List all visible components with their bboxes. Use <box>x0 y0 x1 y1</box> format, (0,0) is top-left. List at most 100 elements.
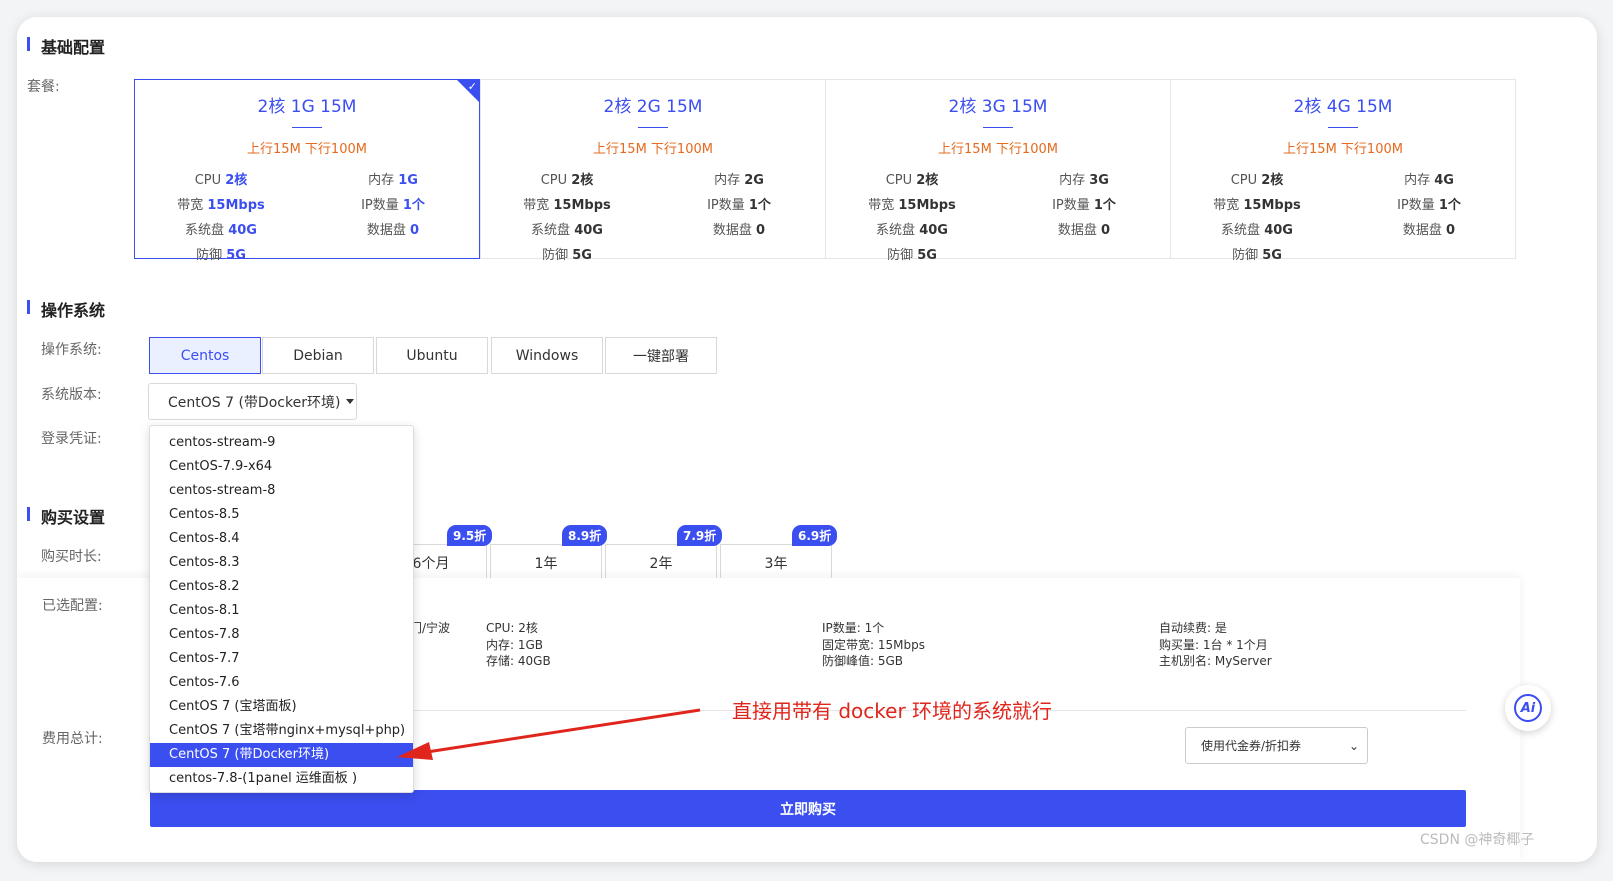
duration-3-years[interactable]: 3年 <box>720 544 832 582</box>
spec-ip: IP数量 1个 <box>1397 198 1461 213</box>
annotation-arrow <box>397 708 701 760</box>
package-divider <box>983 127 1013 128</box>
dropdown-option[interactable]: Centos-8.2 <box>150 575 413 599</box>
dropdown-option[interactable]: Centos-7.7 <box>150 647 413 671</box>
version-label: 系统版本: <box>41 387 102 403</box>
summary-col-3: 自动续费: 是 购买量: 1台 * 1个月 主机别名: MyServer <box>1159 621 1272 668</box>
spec-bw: 带宽 15Mbps <box>868 198 956 213</box>
duration-label: 购买时长: <box>41 549 102 565</box>
package-speed: 上行15M 下行100M <box>938 142 1058 157</box>
section-title-purchase: 购买设置 <box>27 504 105 528</box>
watermark: CSDN @神奇椰子 <box>1420 832 1535 848</box>
spec-sys: 系统盘 40G <box>185 223 257 238</box>
os-label: 操作系统: <box>41 342 102 358</box>
package-specs: CPU 2核 内存 4G 带宽 15Mbps IP数量 1个 系统盘 40G 数… <box>1171 169 1515 263</box>
package-name: 2核 3G 15M <box>948 97 1048 117</box>
spec-bw: 带宽 15Mbps <box>1213 198 1301 213</box>
spec-def: 防御 5G <box>196 248 246 263</box>
package-divider <box>638 127 668 128</box>
spec-data: 数据盘 0 <box>1057 223 1111 238</box>
buy-now-button[interactable]: 立即购买 <box>150 790 1466 827</box>
coupon-select-value: 使用代金券/折扣券 <box>1201 739 1302 753</box>
duration-2-years[interactable]: 2年 <box>605 544 717 582</box>
package-label: 套餐: <box>27 79 60 95</box>
summary-col-1: CPU: 2核 内存: 1GB 存储: 40GB <box>486 621 551 668</box>
spec-sys: 系统盘 40G <box>1221 223 1293 238</box>
dropdown-option[interactable]: centos-stream-9 <box>150 431 413 455</box>
package-specs: CPU 2核 内存 1G 带宽 15Mbps IP数量 1个 系统盘 40G 数… <box>135 169 479 263</box>
package-specs: CPU 2核 内存 3G 带宽 15Mbps IP数量 1个 系统盘 40G 数… <box>826 169 1170 263</box>
tab-ubuntu[interactable]: Ubuntu <box>376 337 488 374</box>
spec-bw: 带宽 15Mbps <box>177 198 265 213</box>
dropdown-option[interactable]: Centos-8.5 <box>150 503 413 527</box>
config-page: 基础配置 套餐: ✓ 2核 1G 15M 上行15M 下行100M CPU 2核… <box>17 17 1597 862</box>
spec-ip: IP数量 1个 <box>361 198 425 213</box>
total-label: 费用总计: <box>42 731 103 747</box>
dropdown-option-selected[interactable]: CentOS 7 (带Docker环境) <box>150 743 413 767</box>
credential-label: 登录凭证: <box>41 431 102 447</box>
spec-mem: 内存 4G <box>1404 173 1454 188</box>
dropdown-option[interactable]: Centos-7.8 <box>150 623 413 647</box>
summary-col-2: IP数量: 1个 固定带宽: 15Mbps 防御峰值: 5GB <box>822 621 925 668</box>
package-speed: 上行15M 下行100M <box>1283 142 1403 157</box>
package-specs: CPU 2核 内存 2G 带宽 15Mbps IP数量 1个 系统盘 40G 数… <box>481 169 825 263</box>
package-speed: 上行15M 下行100M <box>593 142 713 157</box>
spec-mem: 内存 3G <box>1059 173 1109 188</box>
dropdown-option[interactable]: CentOS 7 (宝塔带nginx+mysql+php) <box>150 719 413 743</box>
version-select-value: CentOS 7 (带Docker环境) <box>168 394 341 411</box>
duration-1-year[interactable]: 1年 <box>490 544 602 582</box>
tab-debian[interactable]: Debian <box>262 337 374 374</box>
package-card-4[interactable]: 2核 4G 15M 上行15M 下行100M CPU 2核 内存 4G 带宽 1… <box>1170 79 1516 263</box>
spec-sys: 系统盘 40G <box>531 223 603 238</box>
spec-sys: 系统盘 40G <box>876 223 948 238</box>
ai-assistant-button[interactable]: Ai <box>1505 685 1551 731</box>
package-card-2[interactable]: 2核 2G 15M 上行15M 下行100M CPU 2核 内存 2G 带宽 1… <box>480 79 826 263</box>
package-divider <box>292 127 322 128</box>
version-dropdown: centos-stream-9 CentOS-7.9-x64 centos-st… <box>149 425 414 793</box>
summary-region: 门/宁波 <box>410 621 451 635</box>
tab-centos[interactable]: Centos <box>149 337 261 374</box>
tab-one-click-deploy[interactable]: 一键部署 <box>605 337 717 374</box>
spec-ip: IP数量 1个 <box>1052 198 1116 213</box>
package-card-3[interactable]: 2核 3G 15M 上行15M 下行100M CPU 2核 内存 3G 带宽 1… <box>825 79 1171 263</box>
dropdown-option[interactable]: Centos-7.6 <box>150 671 413 695</box>
dropdown-option[interactable]: CentOS 7 (宝塔面板) <box>150 695 413 719</box>
chevron-down-icon: ⌄ <box>1348 739 1359 753</box>
package-speed: 上行15M 下行100M <box>247 142 367 157</box>
dropdown-option[interactable]: Centos-8.3 <box>150 551 413 575</box>
version-select[interactable]: CentOS 7 (带Docker环境) <box>148 383 357 420</box>
section-title-os: 操作系统 <box>27 297 105 321</box>
spec-mem: 内存 2G <box>714 173 764 188</box>
dropdown-option[interactable]: Centos-8.4 <box>150 527 413 551</box>
spec-def: 防御 5G <box>887 248 937 263</box>
selected-config-label: 已选配置: <box>42 598 103 614</box>
discount-badge: 8.9折 <box>562 525 608 546</box>
spec-mem: 内存 1G <box>368 173 418 188</box>
spec-data: 数据盘 0 <box>1402 223 1456 238</box>
dropdown-option[interactable]: centos-7.8-(1panel 运维面板 ) <box>150 767 413 791</box>
ai-icon: Ai <box>1514 694 1542 722</box>
spec-bw: 带宽 15Mbps <box>523 198 611 213</box>
caret-down-icon <box>346 399 355 404</box>
spec-ip: IP数量 1个 <box>707 198 771 213</box>
discount-badge: 9.5折 <box>447 525 493 546</box>
package-name: 2核 1G 15M <box>257 97 357 117</box>
spec-def: 防御 5G <box>542 248 592 263</box>
dropdown-option[interactable]: Centos-8.1 <box>150 599 413 623</box>
check-icon: ✓ <box>467 80 477 93</box>
package-name: 2核 4G 15M <box>1293 97 1393 117</box>
package-card-1[interactable]: ✓ 2核 1G 15M 上行15M 下行100M CPU 2核 内存 1G 带宽… <box>134 79 480 263</box>
discount-badge: 7.9折 <box>677 525 723 546</box>
spec-cpu: CPU 2核 <box>540 173 594 188</box>
spec-def: 防御 5G <box>1232 248 1282 263</box>
spec-data: 数据盘 0 <box>712 223 766 238</box>
spec-cpu: CPU 2核 <box>194 173 248 188</box>
section-title-basic: 基础配置 <box>27 34 105 58</box>
dropdown-option[interactable]: centos-stream-8 <box>150 479 413 503</box>
spec-cpu: CPU 2核 <box>1230 173 1284 188</box>
dropdown-option[interactable]: CentOS-7.9-x64 <box>150 455 413 479</box>
coupon-select[interactable]: 使用代金券/折扣券 ⌄ <box>1185 727 1368 764</box>
package-name: 2核 2G 15M <box>603 97 703 117</box>
tab-windows[interactable]: Windows <box>491 337 603 374</box>
discount-badge: 6.9折 <box>792 525 838 546</box>
